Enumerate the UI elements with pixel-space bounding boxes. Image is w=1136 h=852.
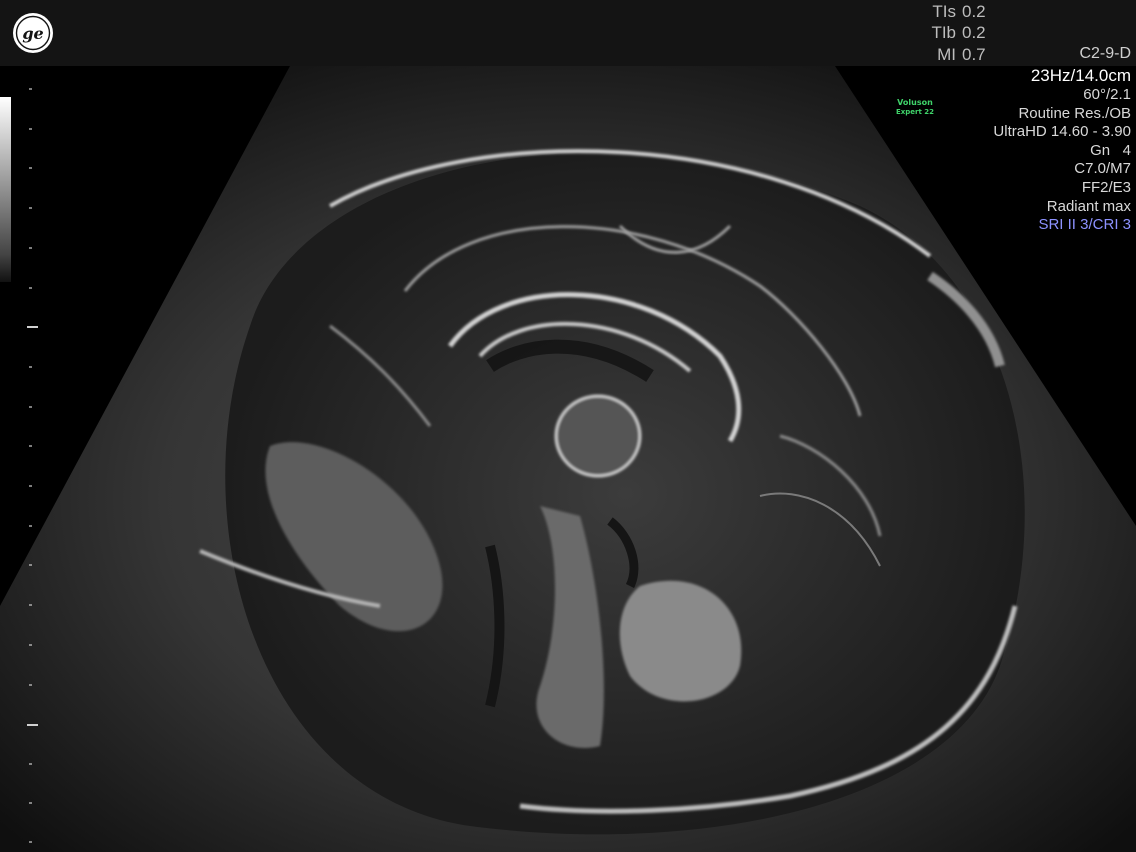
voluson-brand-logo: Voluson Expert 22: [889, 98, 941, 117]
frame-rate-depth: 23Hz/14.0cm: [1030, 66, 1131, 85]
brand-line-1: Voluson: [897, 98, 933, 107]
color-map-label: C7.0/M7: [1074, 160, 1131, 178]
tib-label: TIb: [931, 23, 956, 42]
gain-label: Gn 4: [1090, 141, 1131, 159]
sector-scan: [0, 66, 1136, 852]
probe-label: C2-9-D: [1079, 45, 1131, 62]
preset-label: Routine Res./OB: [1018, 104, 1131, 122]
ultrasound-image: [0, 66, 1136, 852]
mi-readout: MI 0.7: [930, 45, 986, 65]
sector-angle: 60°/2.1: [1083, 86, 1131, 103]
radiant-label: Radiant max: [1046, 197, 1131, 215]
ultrahd-label: UltraHD 14.60 - 3.90: [993, 123, 1131, 141]
mi-value: 0.7: [962, 45, 986, 64]
tib-value: 0.2: [962, 23, 986, 42]
tis-readout: TIs 0.2: [930, 2, 986, 22]
sri-cri-label: SRI II 3/CRI 3: [1038, 216, 1131, 234]
mi-label: MI: [937, 45, 956, 64]
tis-label: TIs: [932, 2, 956, 21]
tib-readout: TIb 0.2: [930, 23, 986, 43]
sector-region: [0, 66, 1136, 852]
frame-filter-label: FF2/E3: [1081, 178, 1131, 196]
imaging-parameters: 23Hz/14.0cm 60°/2.1 Routine Res./OB Ultr…: [993, 66, 1131, 235]
ultrasound-screen: ge TIs 0.2 TIb 0.2 MI 0.7 C2-9-D Voluson…: [0, 0, 1136, 852]
depth-scale: [27, 88, 38, 843]
brand-line-2: Expert 22: [895, 108, 935, 116]
tis-value: 0.2: [962, 2, 986, 21]
